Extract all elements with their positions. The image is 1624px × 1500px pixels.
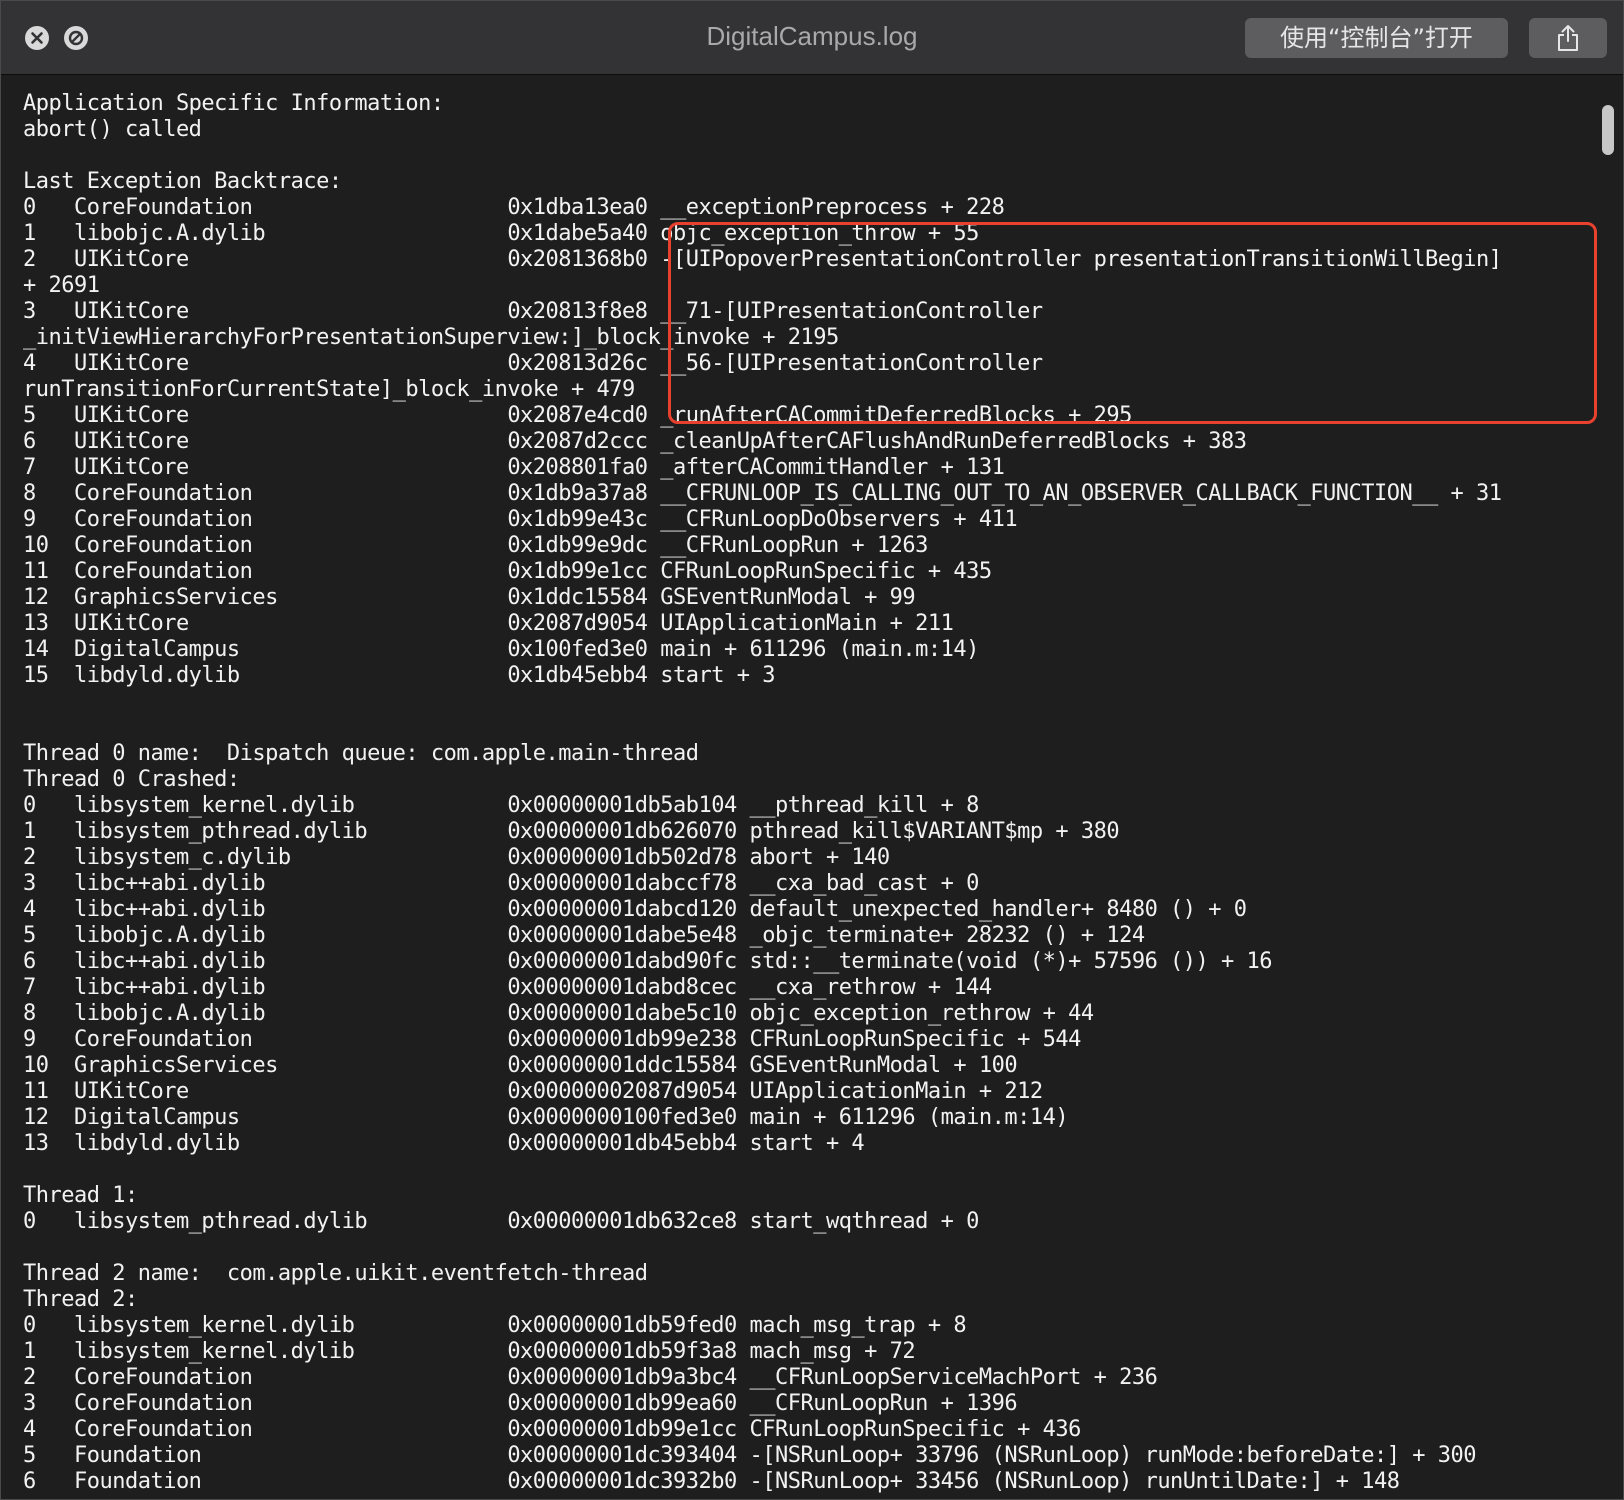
share-icon	[1558, 25, 1578, 51]
log-content-area[interactable]: Application Specific Information: abort(…	[1, 75, 1623, 1499]
title-bar: DigitalCampus.log 使用“控制台”打开	[1, 1, 1623, 75]
log-text: Application Specific Information: abort(…	[23, 91, 1502, 1494]
share-button[interactable]	[1529, 18, 1607, 58]
open-in-console-button[interactable]: 使用“控制台”打开	[1245, 18, 1508, 58]
quicklook-window: DigitalCampus.log 使用“控制台”打开 Application …	[0, 0, 1624, 1500]
vertical-scrollbar[interactable]	[1602, 105, 1614, 155]
